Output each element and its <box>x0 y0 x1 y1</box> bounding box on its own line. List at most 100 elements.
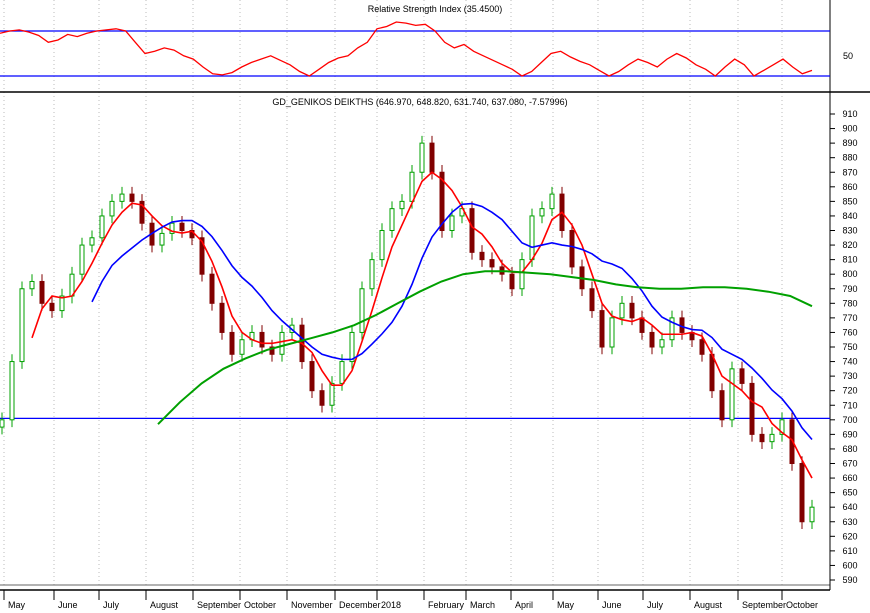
candle-body <box>649 331 655 348</box>
candle-body <box>409 171 415 202</box>
candle-body <box>319 390 325 406</box>
candle-body <box>179 222 185 231</box>
candle-body <box>209 273 215 304</box>
y-tick-label: 650 <box>842 488 857 498</box>
candle-body <box>659 339 665 348</box>
candle-body <box>629 302 635 319</box>
y-tick-label: 790 <box>842 284 857 294</box>
y-tick-label: 730 <box>842 371 857 381</box>
candle-body <box>29 280 35 290</box>
x-tick-label: May <box>8 600 26 610</box>
y-tick-label: 720 <box>842 386 857 396</box>
candle-body <box>749 382 755 435</box>
y-tick-label: 820 <box>842 240 857 250</box>
y-tick-label: 710 <box>842 400 857 410</box>
candle-body <box>119 193 125 202</box>
y-tick-label: 900 <box>842 124 857 134</box>
candle-body <box>129 193 135 202</box>
y-tick-label: 760 <box>842 327 857 337</box>
candle-body <box>9 361 15 421</box>
candle-body <box>639 317 645 333</box>
candle-body <box>529 215 535 261</box>
x-tick-label: July <box>103 600 120 610</box>
candle-body <box>419 142 425 173</box>
y-tick-label: 620 <box>842 531 857 541</box>
y-tick-label: 810 <box>842 255 857 265</box>
candle-body <box>809 506 815 523</box>
x-tick-label: May <box>557 600 575 610</box>
candle-body <box>609 317 615 348</box>
candle-body <box>329 382 335 406</box>
y-tick-labels: 910 900 890 880 870 860 850 840 830 820 810 800 790 7… <box>842 109 857 585</box>
grid <box>3 0 835 600</box>
candle-body <box>369 259 375 290</box>
candle-body <box>479 251 485 261</box>
x-tick-label: November <box>291 600 333 610</box>
candle-body <box>39 280 45 304</box>
ma-long-line <box>157 270 813 425</box>
x-tick-label: October <box>786 600 818 610</box>
x-tick-label: December <box>339 600 381 610</box>
x-tick-label: September <box>742 600 786 610</box>
candle-body <box>309 361 315 392</box>
candle-body <box>569 230 575 268</box>
y-tick-label: 840 <box>842 211 857 221</box>
y-tick-label: 690 <box>842 429 857 439</box>
y-tick-label: 640 <box>842 502 857 512</box>
candle-body <box>429 142 435 173</box>
y-tick-label: 660 <box>842 473 857 483</box>
y-tick-label: 700 <box>842 415 857 425</box>
candle-body <box>549 193 555 210</box>
y-tick-label: 750 <box>842 342 857 352</box>
x-tick-label: April <box>515 600 533 610</box>
candle-body <box>589 288 595 312</box>
y-tick-label: 800 <box>842 269 857 279</box>
candle-body <box>599 310 605 348</box>
y-tick-label: 630 <box>842 517 857 527</box>
x-tick-label: September <box>197 600 241 610</box>
candle-body <box>379 230 385 261</box>
candle-body <box>99 215 105 239</box>
x-tick-label: February <box>428 600 465 610</box>
y-tick-label: 830 <box>842 226 857 236</box>
y-tick-label: 670 <box>842 459 857 469</box>
y-tick-label: 610 <box>842 546 857 556</box>
candle-body <box>729 368 735 421</box>
candle-body <box>539 208 545 217</box>
y-tick-label: 770 <box>842 313 857 323</box>
candle-body <box>759 433 765 443</box>
candle-body <box>19 288 25 363</box>
candle-body <box>799 463 805 523</box>
candle-body <box>89 237 95 246</box>
candle-body <box>239 339 245 355</box>
x-tick-label: June <box>602 600 622 610</box>
y-tick-label: 870 <box>842 167 857 177</box>
y-tick-label: 860 <box>842 182 857 192</box>
x-tick-label: August <box>694 600 723 610</box>
candle-body <box>0 419 5 428</box>
y-tick-label: 780 <box>842 298 857 308</box>
candle-body <box>709 353 715 392</box>
candle-body <box>769 433 775 443</box>
candle-body <box>719 390 725 421</box>
x-tick-label: 2018 <box>381 600 401 610</box>
candle-body <box>229 331 235 355</box>
candle-body <box>619 302 625 319</box>
candle-body <box>739 368 745 384</box>
stock-chart: Relative Strength Index (35.4500) 50 GD_… <box>0 0 870 613</box>
y-tick-label: 890 <box>842 138 857 148</box>
candle-body <box>219 302 225 333</box>
rsi-tick-50: 50 <box>843 51 853 61</box>
candle-body <box>349 331 355 363</box>
y-tick-label: 600 <box>842 560 857 570</box>
y-tick-label: 680 <box>842 444 857 454</box>
y-tick-label: 590 <box>842 575 857 585</box>
y-tick-label: 910 <box>842 109 857 119</box>
candle-body <box>399 200 405 210</box>
y-tick-label: 880 <box>842 153 857 163</box>
candle-body <box>469 208 475 253</box>
candle-body <box>359 288 365 333</box>
y-tick-label: 850 <box>842 196 857 206</box>
candle-body <box>699 339 705 355</box>
candle-body <box>449 215 455 231</box>
